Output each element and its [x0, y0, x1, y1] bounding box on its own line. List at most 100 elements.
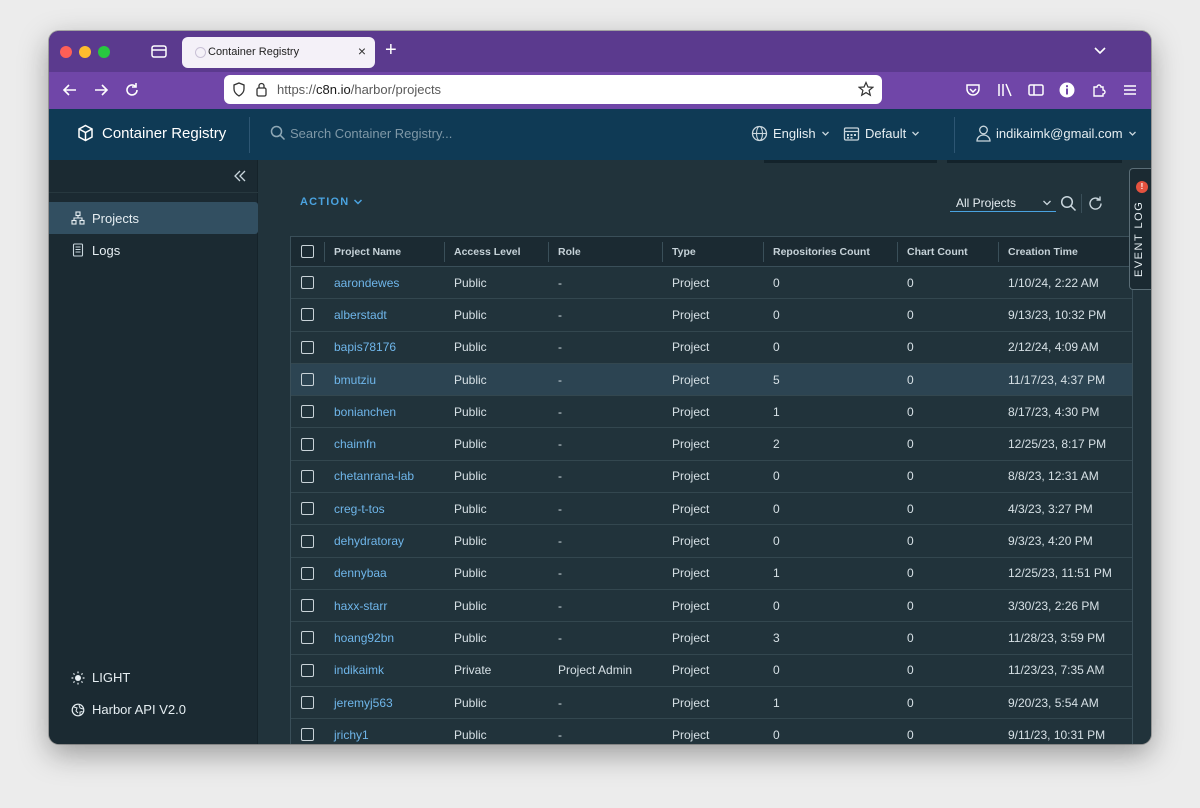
search-icon[interactable]: [1060, 195, 1077, 212]
api-link[interactable]: Harbor API V2.0: [71, 702, 186, 717]
tab-close-icon[interactable]: ×: [358, 43, 366, 59]
column-separator[interactable]: [763, 242, 764, 262]
browser-tab[interactable]: Container Registry ×: [182, 37, 375, 68]
col-project-name-header[interactable]: Project Name: [334, 237, 401, 266]
row-checkbox[interactable]: [301, 599, 314, 613]
theme-toggle[interactable]: LIGHT: [71, 670, 130, 685]
col-creation-time-header[interactable]: Creation Time: [1008, 237, 1078, 266]
table-row[interactable]: chaimfn Public - Project 2 0 12/25/23, 8:17 PM: [291, 428, 1132, 461]
calendar-label: Default: [865, 126, 907, 141]
language-dropdown[interactable]: English: [751, 125, 830, 142]
select-all-checkbox[interactable]: [301, 245, 314, 258]
brand[interactable]: Container Registry: [77, 124, 226, 142]
bookmark-star-icon[interactable]: [858, 81, 874, 97]
row-checkbox[interactable]: [301, 696, 314, 709]
chevron-down-icon[interactable]: [1093, 43, 1107, 57]
lock-icon[interactable]: [255, 82, 268, 97]
project-name-link[interactable]: bapis78176: [334, 332, 396, 363]
sidebar-toggle-icon[interactable]: [1027, 81, 1045, 99]
table-row[interactable]: creg-t-tos Public - Project 0 0 4/3/23, 3:27 P…: [291, 493, 1132, 526]
row-checkbox[interactable]: [301, 340, 314, 354]
global-search[interactable]: [270, 125, 510, 141]
project-name-link[interactable]: hoang92bn: [334, 622, 394, 653]
user-dropdown[interactable]: indikaimk@gmail.com: [976, 125, 1137, 142]
col-role-header[interactable]: Role: [558, 237, 581, 266]
project-name-link[interactable]: chetanrana-lab: [334, 461, 414, 492]
table-row[interactable]: indikaimk Private Project Admin Project 0 0 11…: [291, 655, 1132, 687]
table-row[interactable]: chetanrana-lab Public - Project 0 0 8/8/23, 12…: [291, 461, 1132, 494]
col-role-cell: -: [558, 501, 562, 516]
table-row[interactable]: aarondewes Public - Project 0 0 1/10/24, 2:22 …: [291, 267, 1132, 300]
sidebar-item-logs[interactable]: Logs: [49, 234, 258, 266]
zoom-window-button[interactable]: [98, 46, 110, 58]
project-name-link[interactable]: bmutziu: [334, 364, 376, 395]
row-checkbox[interactable]: [301, 469, 314, 483]
row-checkbox[interactable]: [301, 437, 314, 451]
column-separator[interactable]: [548, 242, 549, 262]
project-name-link[interactable]: jeremyj563: [334, 687, 393, 718]
back-arrow-icon[interactable]: [61, 81, 79, 99]
tab-list-icon[interactable]: [150, 43, 168, 59]
table-row[interactable]: dehydratoray Public - Project 0 0 9/3/23, 4:20…: [291, 525, 1132, 558]
table-row[interactable]: dennybaa Public - Project 1 0 12/25/23, 11:51 …: [291, 558, 1132, 590]
address-bar[interactable]: https://c8n.io/harbor/projects: [224, 75, 882, 104]
col-chart-count-header[interactable]: Chart Count: [907, 237, 968, 266]
row-checkbox[interactable]: [301, 534, 314, 548]
action-dropdown[interactable]: ACTION: [300, 196, 363, 208]
sidebar-item-projects[interactable]: Projects: [49, 202, 258, 234]
url-text[interactable]: https://c8n.io/harbor/projects: [277, 82, 441, 97]
shield-icon[interactable]: [232, 82, 246, 97]
refresh-icon[interactable]: [1087, 195, 1104, 212]
column-separator[interactable]: [998, 242, 999, 262]
row-checkbox[interactable]: [301, 663, 314, 677]
project-name-link[interactable]: bonianchen: [334, 396, 396, 427]
project-name-link[interactable]: aarondewes: [334, 267, 399, 298]
col-type-header[interactable]: Type: [672, 237, 696, 266]
project-name-link[interactable]: dehydratoray: [334, 525, 404, 556]
row-checkbox[interactable]: [301, 308, 314, 322]
calendar-dropdown[interactable]: Default: [843, 125, 920, 142]
table-row[interactable]: jeremyj563 Public - Project 1 0 9/20/23, 5:54 …: [291, 687, 1132, 720]
project-name-link[interactable]: jrichy1: [334, 719, 369, 744]
project-filter-select[interactable]: All Projects: [950, 194, 1056, 212]
forward-arrow-icon[interactable]: [92, 81, 110, 99]
table-row[interactable]: alberstadt Public - Project 0 0 9/13/23, 10:32…: [291, 299, 1132, 332]
column-separator[interactable]: [444, 242, 445, 262]
event-log-tab[interactable]: ! EVENT LOG: [1129, 168, 1151, 290]
row-checkbox[interactable]: [301, 502, 314, 516]
minimize-window-button[interactable]: [79, 46, 91, 58]
row-checkbox[interactable]: [301, 373, 314, 387]
search-input[interactable]: [290, 125, 510, 141]
library-icon[interactable]: [996, 81, 1014, 99]
column-separator[interactable]: [897, 242, 898, 262]
table-row[interactable]: bonianchen Public - Project 1 0 8/17/23, 4:30 …: [291, 396, 1132, 429]
table-row[interactable]: bmutziu Public - Project 5 0 11/17/23, 4:37 PM: [291, 363, 1132, 397]
row-checkbox[interactable]: [301, 276, 314, 290]
table-row[interactable]: bapis78176 Public - Project 0 0 2/12/24, 4:09 …: [291, 332, 1132, 364]
new-tab-button[interactable]: +: [385, 39, 397, 62]
pocket-icon[interactable]: [964, 81, 982, 99]
row-checkbox[interactable]: [301, 728, 314, 742]
table-row[interactable]: hoang92bn Public - Project 3 0 11/28/23, 3:59 …: [291, 622, 1132, 655]
table-row[interactable]: haxx-starr Public - Project 0 0 3/30/23, 2:26 …: [291, 590, 1132, 623]
project-name-link[interactable]: chaimfn: [334, 428, 376, 459]
project-name-link[interactable]: dennybaa: [334, 558, 387, 589]
table-row[interactable]: jrichy1 Public - Project 0 0 9/11/23, 10:31 PM: [291, 719, 1132, 744]
collapse-sidebar-icon[interactable]: [232, 168, 248, 184]
project-name-link[interactable]: haxx-starr: [334, 590, 387, 621]
close-window-button[interactable]: [60, 46, 72, 58]
reload-icon[interactable]: [123, 81, 141, 99]
column-separator[interactable]: [662, 242, 663, 262]
menu-hamburger-icon[interactable]: [1121, 81, 1139, 99]
row-checkbox[interactable]: [301, 566, 314, 580]
col-repositories-count-header[interactable]: Repositories Count: [773, 237, 870, 266]
row-checkbox[interactable]: [301, 631, 314, 645]
extension-info-icon[interactable]: [1058, 81, 1076, 99]
project-name-link[interactable]: alberstadt: [334, 299, 387, 330]
col-access-level-header[interactable]: Access Level: [454, 237, 521, 266]
extensions-puzzle-icon[interactable]: [1090, 81, 1108, 99]
project-name-link[interactable]: creg-t-tos: [334, 493, 385, 524]
project-name-link[interactable]: indikaimk: [334, 655, 384, 686]
row-checkbox[interactable]: [301, 405, 314, 419]
column-separator[interactable]: [324, 242, 325, 262]
